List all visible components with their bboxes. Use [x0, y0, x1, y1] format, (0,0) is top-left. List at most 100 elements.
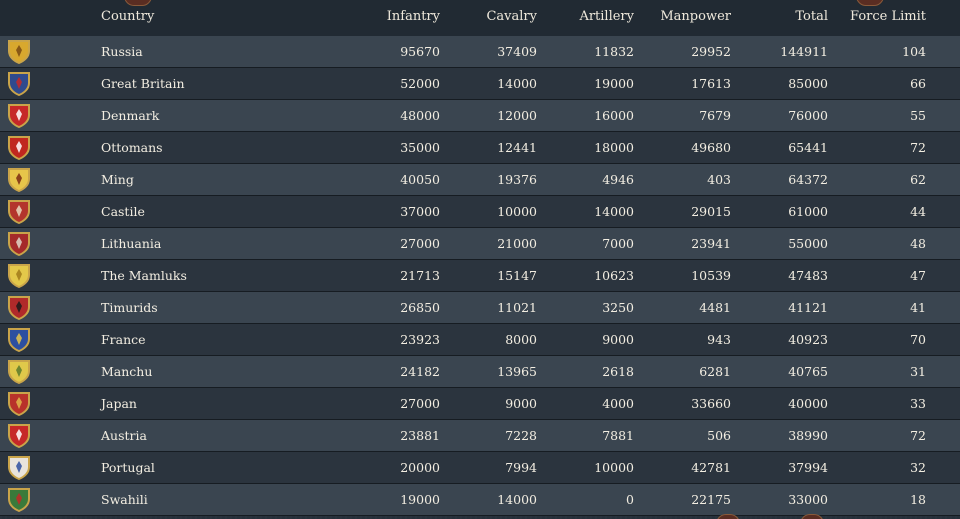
cell-force-limit: 55 — [910, 108, 926, 123]
cell-artillery: 4000 — [602, 396, 634, 411]
cell-force-limit: 104 — [902, 44, 926, 59]
column-header-total[interactable]: Total — [795, 9, 828, 24]
lithuania-flag-icon[interactable] — [7, 231, 31, 256]
cell-total: 76000 — [788, 108, 828, 123]
cell-total: 65441 — [788, 140, 828, 155]
table-row[interactable]: Ming 40050 19376 4946 403 64372 62 — [0, 164, 960, 196]
column-header-force-limit[interactable]: Force Limit — [850, 9, 926, 24]
mamluks-flag-icon[interactable] — [7, 263, 31, 288]
table-row[interactable]: Russia 95670 37409 11832 29952 144911 104 — [0, 36, 960, 68]
cell-country: Lithuania — [101, 236, 162, 251]
cell-manpower: 4481 — [699, 300, 731, 315]
cell-cavalry: 9000 — [505, 396, 537, 411]
cell-cavalry: 19376 — [497, 172, 537, 187]
cell-total: 40000 — [788, 396, 828, 411]
cell-cavalry: 12441 — [497, 140, 537, 155]
cell-country: Japan — [101, 396, 137, 411]
cell-infantry: 27000 — [400, 396, 440, 411]
cell-force-limit: 32 — [910, 460, 926, 475]
cell-manpower: 22175 — [691, 492, 731, 507]
cell-cavalry: 14000 — [497, 76, 537, 91]
column-header-cavalry[interactable]: Cavalry — [486, 9, 537, 24]
cell-total: 37994 — [788, 460, 828, 475]
military-ledger-panel: Country Infantry Cavalry Artillery Manpo… — [0, 0, 960, 519]
cell-country: Timurids — [101, 300, 158, 315]
cell-artillery: 0 — [626, 492, 634, 507]
cell-total: 33000 — [788, 492, 828, 507]
manchu-flag-icon[interactable] — [7, 359, 31, 384]
column-header-manpower[interactable]: Manpower — [660, 9, 731, 24]
ottomans-flag-icon[interactable] — [7, 135, 31, 160]
column-header-infantry[interactable]: Infantry — [387, 9, 440, 24]
cell-force-limit: 44 — [910, 204, 926, 219]
cell-force-limit: 18 — [910, 492, 926, 507]
cell-cavalry: 11021 — [497, 300, 537, 315]
cell-cavalry: 37409 — [497, 44, 537, 59]
table-row[interactable]: Austria 23881 7228 7881 506 38990 72 — [0, 420, 960, 452]
table-row[interactable]: Great Britain 52000 14000 19000 17613 85000 66 — [0, 68, 960, 100]
cell-artillery: 4946 — [602, 172, 634, 187]
denmark-flag-icon[interactable] — [7, 103, 31, 128]
japan-flag-icon[interactable] — [7, 391, 31, 416]
cell-infantry: 26850 — [400, 300, 440, 315]
cell-force-limit: 31 — [910, 364, 926, 379]
cell-cavalry: 12000 — [497, 108, 537, 123]
france-flag-icon[interactable] — [7, 327, 31, 352]
cell-country: Castile — [101, 204, 145, 219]
table-row[interactable]: Ottomans 35000 12441 18000 49680 65441 72 — [0, 132, 960, 164]
cell-total: 41121 — [788, 300, 828, 315]
cell-manpower: 7679 — [699, 108, 731, 123]
table-body: Russia 95670 37409 11832 29952 144911 104 Great… — [0, 36, 960, 516]
cell-force-limit: 72 — [910, 428, 926, 443]
cell-infantry: 24182 — [400, 364, 440, 379]
cell-country: Denmark — [101, 108, 160, 123]
russia-flag-icon[interactable] — [7, 39, 31, 64]
ming-flag-icon[interactable] — [7, 167, 31, 192]
austria-flag-icon[interactable] — [7, 423, 31, 448]
cell-total: 55000 — [788, 236, 828, 251]
portugal-flag-icon[interactable] — [7, 455, 31, 480]
cell-cavalry: 7228 — [505, 428, 537, 443]
cell-cavalry: 7994 — [505, 460, 537, 475]
table-row[interactable]: Manchu 24182 13965 2618 6281 40765 31 — [0, 356, 960, 388]
cell-manpower: 6281 — [699, 364, 731, 379]
table-row[interactable]: Swahili 19000 14000 0 22175 33000 18 — [0, 484, 960, 516]
cell-infantry: 23923 — [400, 332, 440, 347]
cell-manpower: 29015 — [691, 204, 731, 219]
table-row[interactable]: Castile 37000 10000 14000 29015 61000 44 — [0, 196, 960, 228]
cell-force-limit: 41 — [910, 300, 926, 315]
timurids-flag-icon[interactable] — [7, 295, 31, 320]
table-row[interactable]: France 23923 8000 9000 943 40923 70 — [0, 324, 960, 356]
great-britain-flag-icon[interactable] — [7, 71, 31, 96]
cell-artillery: 16000 — [594, 108, 634, 123]
cell-manpower: 17613 — [691, 76, 731, 91]
cell-country: Ming — [101, 172, 134, 187]
table-row[interactable]: Japan 27000 9000 4000 33660 40000 33 — [0, 388, 960, 420]
cell-manpower: 42781 — [691, 460, 731, 475]
table-row[interactable]: The Mamluks 21713 15147 10623 10539 47483 47 — [0, 260, 960, 292]
cell-total: 85000 — [788, 76, 828, 91]
cell-infantry: 95670 — [400, 44, 440, 59]
cell-artillery: 3250 — [602, 300, 634, 315]
cell-artillery: 18000 — [594, 140, 634, 155]
cell-country: France — [101, 332, 146, 347]
table-row[interactable]: Timurids 26850 11021 3250 4481 41121 41 — [0, 292, 960, 324]
cell-country: Swahili — [101, 492, 148, 507]
cell-artillery: 10000 — [594, 460, 634, 475]
cell-infantry: 40050 — [400, 172, 440, 187]
cell-manpower: 506 — [707, 428, 731, 443]
table-row[interactable]: Denmark 48000 12000 16000 7679 76000 55 — [0, 100, 960, 132]
cell-cavalry: 13965 — [497, 364, 537, 379]
cell-infantry: 27000 — [400, 236, 440, 251]
column-header-artillery[interactable]: Artillery — [579, 9, 634, 24]
castile-flag-icon[interactable] — [7, 199, 31, 224]
cell-country: Great Britain — [101, 76, 185, 91]
cell-force-limit: 33 — [910, 396, 926, 411]
swahili-flag-icon[interactable] — [7, 487, 31, 512]
cell-force-limit: 66 — [910, 76, 926, 91]
table-row[interactable]: Lithuania 27000 21000 7000 23941 55000 48 — [0, 228, 960, 260]
column-header-country[interactable]: Country — [101, 9, 154, 24]
cell-artillery: 7000 — [602, 236, 634, 251]
cell-manpower: 29952 — [691, 44, 731, 59]
table-row[interactable]: Portugal 20000 7994 10000 42781 37994 32 — [0, 452, 960, 484]
